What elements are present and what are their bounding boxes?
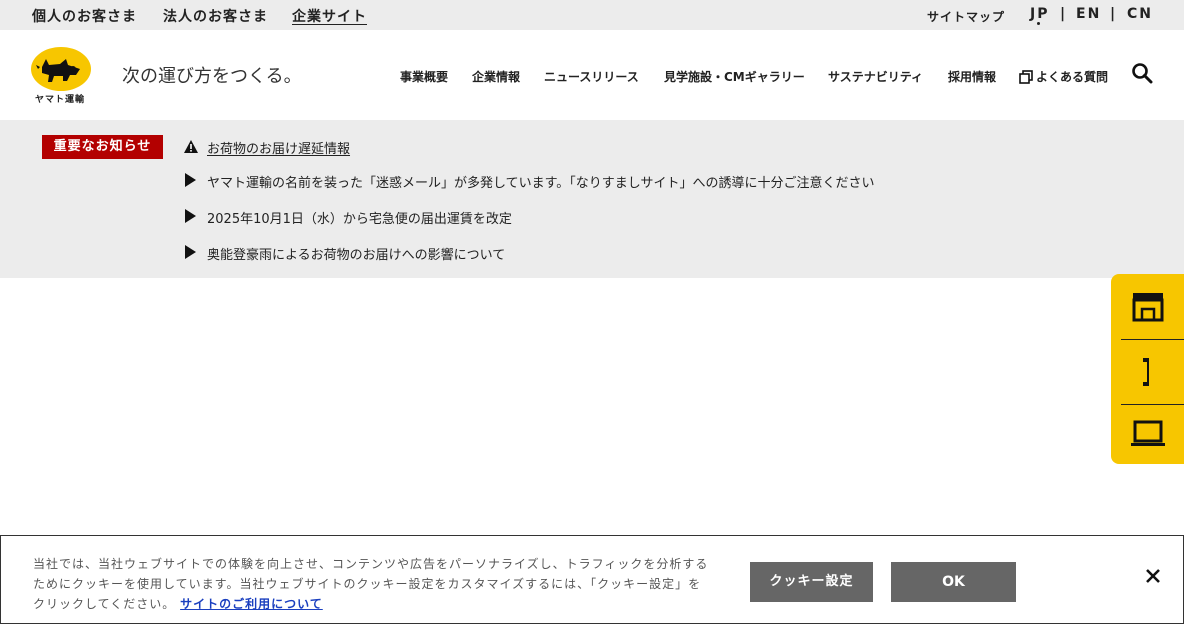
current-lang-indicator [1037, 22, 1040, 25]
close-icon[interactable] [1142, 565, 1164, 587]
nav-sustainability[interactable]: サステナビリティ [828, 68, 923, 85]
business-customers-link[interactable]: 法人のお客さま [163, 6, 268, 26]
quick-access-widget [1111, 274, 1184, 464]
cookie-message-line: ためにクッキーを使用しています。当社ウェブサイトのクッキー設定をカスタマイズする… [33, 577, 702, 591]
nav-business-overview[interactable]: 事業概要 [400, 68, 448, 85]
nav-faq[interactable]: よくある質問 [1036, 68, 1108, 85]
personal-customers-link[interactable]: 個人のお客さま [32, 6, 137, 26]
external-window-icon [1019, 70, 1033, 84]
lang-en[interactable]: EN [1076, 6, 1101, 22]
cookie-message: 当社では、当社ウェブサイトでの体験を向上させ、コンテンツや広告をパーソナライズし… [33, 554, 723, 614]
lang-cn[interactable]: CN [1127, 6, 1153, 22]
arrow-right-icon [185, 173, 196, 187]
important-notice-badge: 重要なお知らせ [42, 135, 163, 159]
cookie-banner: 当社では、当社ウェブサイトでの体験を向上させ、コンテンツや広告をパーソナライズし… [0, 535, 1184, 624]
sitemap-link[interactable]: サイトマップ [927, 8, 1005, 25]
notice-item-spam-mail[interactable]: ヤマト運輸の名前を装った「迷惑メール」が多発しています。「なりすましサイト」への… [207, 172, 875, 191]
site-usage-link[interactable]: サイトのご利用について [180, 597, 323, 611]
important-notice-area: 重要なお知らせ お荷物のお届け遅延情報 ヤマト運輸の名前を装った「迷惑メール」が… [0, 120, 1184, 278]
nav-recruitment[interactable]: 採用情報 [948, 68, 996, 85]
site-header: ヤマト運輸 次の運び方をつくる。 事業概要 企業情報 ニュースリリース 見学施設… [0, 30, 1184, 120]
cookie-ok-button[interactable]: OK [891, 562, 1016, 602]
lang-jp[interactable]: JP [1030, 6, 1049, 22]
logo-wordmark: ヤマト運輸 [35, 95, 86, 105]
cookie-message-line: 当社では、当社ウェブサイトでの体験を向上させ、コンテンツや広告をパーソナライズし… [33, 557, 709, 571]
store-icon [1132, 293, 1164, 322]
nav-corporate-info[interactable]: 企業情報 [472, 68, 520, 85]
laptop-icon [1131, 420, 1165, 446]
phone-icon [1143, 358, 1149, 386]
tagline: 次の運び方をつくる。 [122, 66, 302, 87]
nav-news-release[interactable]: ニュースリリース [544, 68, 639, 85]
notice-item-heavy-rain[interactable]: 奥能登豪雨によるお荷物のお届けへの影響について [207, 244, 505, 263]
delivery-delay-link[interactable]: お荷物のお届け遅延情報 [207, 138, 350, 157]
lang-separator: | [1060, 6, 1066, 22]
web-button[interactable] [1111, 405, 1184, 469]
notice-item-fare-revision[interactable]: 2025年10月1日（水）から宅急便の届出運賃を改定 [207, 208, 512, 227]
utility-bar: 個人のお客さま 法人のお客さま 企業サイト サイトマップ JP | EN | C… [0, 0, 1184, 30]
cookie-settings-button[interactable]: クッキー設定 [750, 562, 873, 602]
search-icon[interactable] [1131, 62, 1153, 84]
nav-facilities-cm-gallery[interactable]: 見学施設・CMギャラリー [664, 68, 805, 85]
lang-separator: | [1110, 6, 1116, 22]
store-button[interactable] [1111, 274, 1184, 338]
warning-icon [184, 140, 198, 153]
phone-button[interactable] [1111, 340, 1184, 404]
arrow-right-icon [185, 245, 196, 259]
arrow-right-icon [185, 209, 196, 223]
cookie-message-line: クリックしてください。 [33, 597, 176, 611]
corporate-site-link[interactable]: 企業サイト [292, 6, 367, 26]
